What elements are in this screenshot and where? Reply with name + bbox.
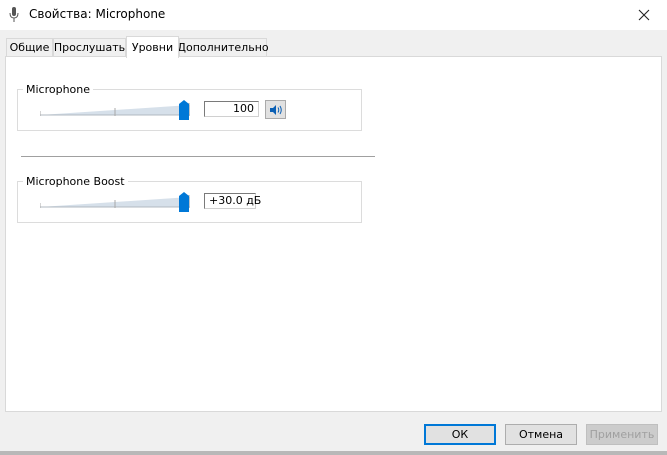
section-divider <box>21 156 375 157</box>
tab-levels[interactable]: Уровни <box>126 36 179 58</box>
microphone-boost-group: Microphone Boost +30.0 дБ <box>17 175 362 223</box>
microphone-icon <box>9 7 19 23</box>
microphone-label: Microphone <box>23 83 94 96</box>
ok-button[interactable]: ОК <box>424 424 496 445</box>
window-title: Свойства: Microphone <box>29 7 166 21</box>
microphone-boost-slider[interactable] <box>40 192 190 212</box>
cancel-button[interactable]: Отмена <box>505 424 577 445</box>
speaker-icon <box>269 104 282 115</box>
close-button[interactable] <box>621 0 667 30</box>
microphone-boost-label: Microphone Boost <box>23 175 128 188</box>
levels-panel: Microphone 100 Microphone Boost +30.0 дБ <box>5 56 662 412</box>
close-icon <box>638 9 650 21</box>
tab-strip: Общие Прослушать Уровни Дополнительно <box>0 36 667 58</box>
mute-button[interactable] <box>265 100 286 119</box>
apply-button[interactable]: Применить <box>586 424 658 445</box>
microphone-slider[interactable] <box>40 100 190 120</box>
tab-listen[interactable]: Прослушать <box>53 38 126 56</box>
microphone-group: Microphone 100 <box>17 83 362 131</box>
title-bar: Свойства: Microphone <box>0 0 667 30</box>
tab-advanced[interactable]: Дополнительно <box>177 38 269 56</box>
microphone-level-field[interactable]: 100 <box>204 101 259 117</box>
microphone-boost-value: +30.0 дБ <box>204 193 261 209</box>
microphone-boost-slider-thumb[interactable] <box>179 192 189 212</box>
tab-general[interactable]: Общие <box>6 38 53 56</box>
microphone-slider-thumb[interactable] <box>179 100 189 120</box>
taskbar-strip <box>0 451 667 455</box>
